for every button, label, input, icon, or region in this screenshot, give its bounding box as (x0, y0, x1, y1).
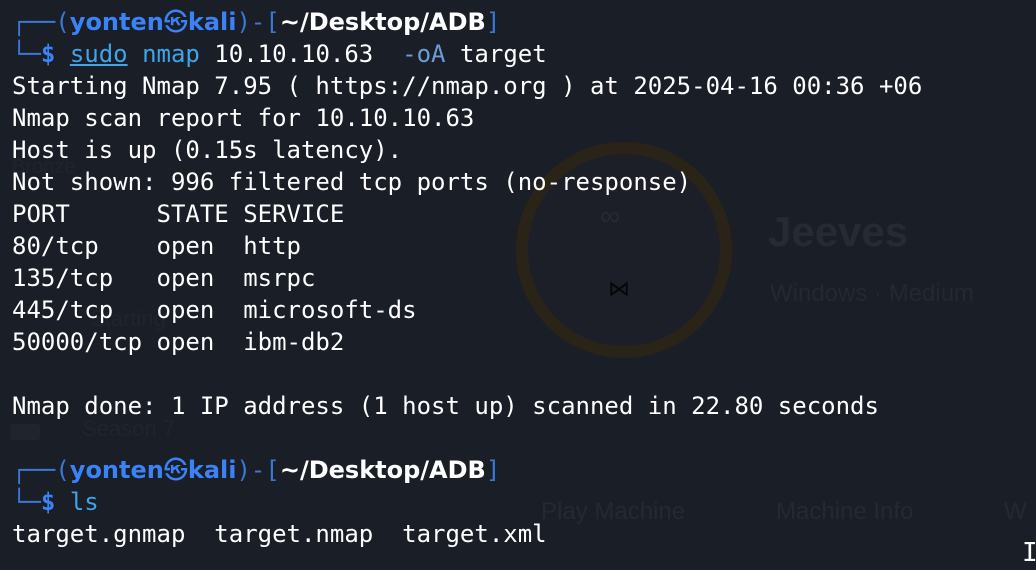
prompt-sep: )-[ (236, 8, 280, 36)
command-nmap: nmap (142, 40, 200, 68)
output-line: Starting Nmap 7.95 ( https://nmap.org ) … (12, 72, 923, 100)
command-line-2: └─$ ls (12, 486, 1036, 518)
ls-output-line: target.gnmap target.nmap target.xml (12, 520, 547, 548)
command-line-1: └─$ sudo nmap 10.10.10.63 -oA target (12, 38, 1036, 70)
prompt-tree-bottom: └─ (12, 488, 41, 516)
prompt-host: kali (187, 456, 237, 484)
prompt-dollar: $ (40, 40, 70, 68)
command-output-name: target (445, 40, 547, 68)
output-line: 445/tcp open microsoft-ds (12, 296, 417, 324)
prompt-tree-bottom: └─ (12, 40, 41, 68)
prompt-path: ~/Desktop/ADB (279, 8, 486, 36)
output-line: Nmap done: 1 IP address (1 host up) scan… (12, 392, 879, 420)
kali-symbol-icon: ㉿ (163, 456, 188, 484)
terminal-window[interactable]: ∞ ⋈ Jeeves Windows · Medium Play Machine… (0, 0, 1036, 570)
prompt-user: yonten (69, 8, 164, 36)
prompt-user: yonten (69, 456, 164, 484)
output-line: Not shown: 996 filtered tcp ports (no-re… (12, 168, 692, 196)
command-sudo: sudo (69, 40, 128, 68)
prompt-dollar: $ (40, 488, 70, 516)
command-target-ip: 10.10.10.63 (199, 40, 403, 68)
output-line: PORT STATE SERVICE (12, 200, 345, 228)
kali-symbol-icon: ㉿ (163, 8, 188, 36)
output-line: Nmap scan report for 10.10.10.63 (12, 104, 475, 132)
prompt-host: kali (187, 8, 237, 36)
output-blank-line (12, 358, 1036, 390)
terminal-content: ┌──(yonten㉿kali)-[~/Desktop/ADB] └─$ sud… (12, 6, 1036, 550)
prompt-tree-top: ┌──( (12, 8, 70, 36)
output-line: Host is up (0.15s latency). (12, 136, 403, 164)
prompt-line-1: ┌──(yonten㉿kali)-[~/Desktop/ADB] (12, 6, 1036, 38)
prompt-line-2: ┌──(yonten㉿kali)-[~/Desktop/ADB] (12, 454, 1036, 486)
prompt-tree-top: ┌──( (12, 456, 70, 484)
prompt-sep: )-[ (236, 456, 280, 484)
prompt-close: ] (485, 8, 501, 36)
command-option: -oA (402, 40, 446, 68)
prompt-close: ] (485, 456, 501, 484)
prompt-path: ~/Desktop/ADB (279, 456, 486, 484)
output-line: 135/tcp open msrpc (12, 264, 316, 292)
text-cursor-icon: I (1022, 538, 1036, 568)
command-ls: ls (69, 488, 99, 516)
output-line: 80/tcp open http (12, 232, 301, 260)
output-line: 50000/tcp open ibm-db2 (12, 328, 345, 356)
